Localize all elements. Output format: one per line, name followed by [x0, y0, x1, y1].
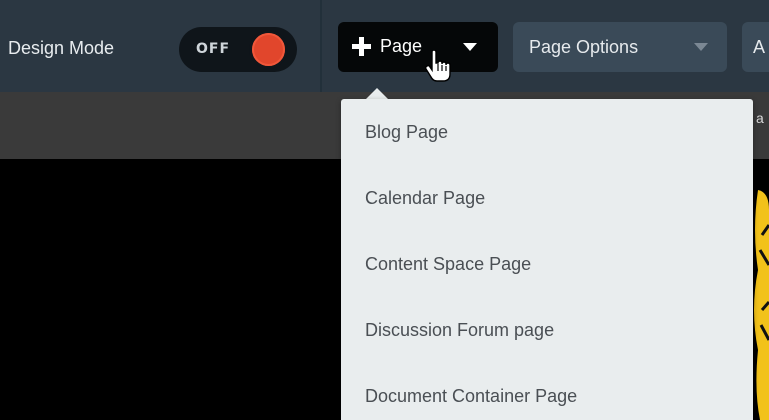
plus-icon	[352, 37, 371, 56]
design-mode-label: Design Mode	[8, 38, 115, 58]
page-options-label: Page Options	[529, 37, 639, 57]
menu-item-calendar-page[interactable]: Calendar Page	[341, 165, 753, 231]
add-page-label: Page	[380, 36, 423, 56]
menu-item-content-space-page[interactable]: Content Space Page	[341, 231, 753, 297]
toggle-state-label: OFF	[196, 41, 231, 57]
menu-pointer-arrow	[366, 88, 388, 99]
add-page-button[interactable]: Page	[338, 22, 498, 82]
caret-down-icon	[694, 43, 708, 51]
hand-pointer-icon	[425, 50, 451, 82]
top-toolbar: Design Mode OFF Page Page Options A	[0, 0, 769, 92]
secondary-bar-text: a	[756, 110, 764, 126]
menu-item-document-container-page[interactable]: Document Container Page	[341, 363, 753, 420]
menu-item-discussion-forum-page[interactable]: Discussion Forum page	[341, 297, 753, 363]
caret-down-icon	[463, 43, 477, 51]
next-toolbar-button-label: A	[753, 37, 766, 57]
add-page-dropdown: Blog Page Calendar Page Content Space Pa…	[341, 99, 753, 420]
toggle-knob[interactable]	[249, 30, 288, 69]
toolbar-divider	[320, 0, 322, 92]
page-options-button[interactable]: Page Options	[513, 22, 727, 72]
menu-item-blog-page[interactable]: Blog Page	[341, 99, 753, 165]
next-toolbar-button[interactable]: A	[742, 22, 769, 72]
design-mode-toggle[interactable]: OFF	[179, 27, 297, 72]
